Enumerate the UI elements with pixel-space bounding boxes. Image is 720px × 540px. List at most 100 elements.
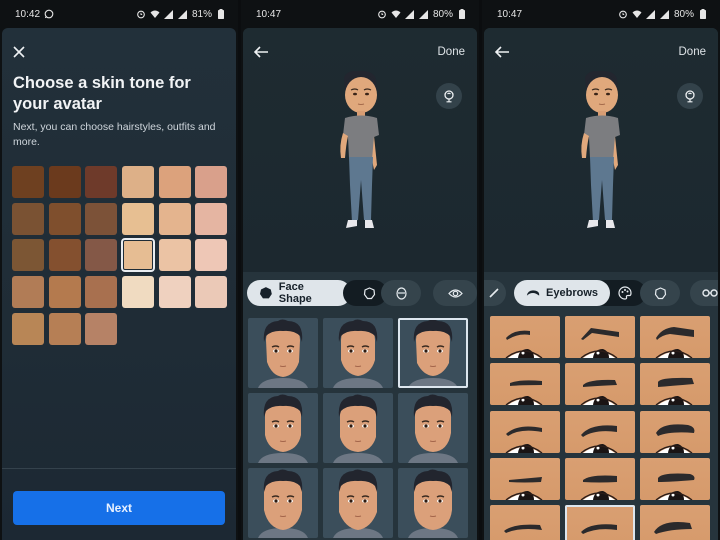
eyebrow-icon — [526, 290, 540, 296]
next-button[interactable]: Next — [13, 491, 225, 525]
eyebrow-option[interactable] — [640, 457, 710, 500]
face-shape-grid — [248, 318, 468, 538]
alarm-icon — [618, 9, 628, 19]
face-shape-option[interactable] — [323, 318, 393, 388]
brush-icon — [489, 288, 499, 298]
avatar-preview: Done — [243, 28, 477, 272]
tab-glasses[interactable] — [690, 280, 718, 306]
head-outline-icon — [363, 286, 375, 299]
eyebrows-screen: 10:47 80% Done Eyebrows — [482, 0, 720, 540]
done-button[interactable]: Done — [679, 46, 707, 58]
skin-tone-swatch[interactable] — [122, 276, 155, 309]
status-bar: 10:47 80% — [482, 0, 720, 28]
back-button[interactable] — [253, 45, 269, 59]
skin-tone-swatch[interactable] — [12, 202, 44, 235]
skin-tone-swatch[interactable] — [85, 312, 118, 345]
mirror-button[interactable] — [436, 83, 462, 109]
skin-tone-swatch[interactable] — [158, 239, 191, 272]
tab-label: Face Shape — [278, 281, 312, 305]
tab-brush[interactable] — [484, 280, 506, 306]
skin-tone-swatch[interactable] — [85, 166, 118, 198]
status-time: 10:42 — [15, 8, 41, 20]
skin-tone-swatch[interactable] — [195, 276, 228, 309]
status-bar: 10:47 80% — [241, 0, 479, 28]
face-shape-screen: 10:47 80% Done Face Shape — [241, 0, 479, 540]
eyebrow-option[interactable] — [565, 457, 635, 500]
skin-tone-swatch[interactable] — [85, 276, 118, 309]
tab-eyes[interactable] — [433, 280, 477, 306]
skin-tone-swatch[interactable] — [12, 166, 44, 198]
skin-tone-swatch[interactable] — [12, 312, 44, 345]
skin-tone-swatch[interactable] — [85, 202, 118, 235]
eyebrow-option[interactable] — [565, 505, 635, 540]
skin-tone-swatch[interactable] — [122, 166, 155, 198]
skin-tone-swatch[interactable] — [48, 202, 81, 235]
eyebrow-option[interactable] — [490, 410, 560, 453]
face-shape-option[interactable] — [323, 393, 393, 463]
page-title: Choose a skin tone for your avatar — [13, 74, 191, 113]
skin-tone-swatch[interactable] — [48, 239, 81, 272]
skin-tone-swatch[interactable] — [122, 202, 155, 235]
signal-icon — [646, 9, 656, 19]
skin-tone-swatch[interactable] — [85, 239, 118, 272]
skin-tone-swatch[interactable] — [121, 238, 156, 273]
face-shape-option[interactable] — [323, 468, 393, 538]
face-shape-option[interactable] — [248, 468, 318, 538]
face-shape-option[interactable] — [248, 393, 318, 463]
status-bar: 10:42 81% — [0, 0, 238, 28]
skin-tone-swatch[interactable] — [158, 202, 191, 235]
eyebrow-option[interactable] — [640, 363, 710, 406]
eyebrow-option[interactable] — [640, 410, 710, 453]
battery-icon — [216, 9, 226, 19]
avatar-figure[interactable] — [331, 70, 391, 240]
skin-tone-swatch[interactable] — [158, 276, 191, 309]
back-arrow-icon — [253, 46, 268, 58]
eyebrow-option[interactable] — [565, 363, 635, 406]
wifi-icon — [391, 9, 401, 19]
face-shape-option[interactable] — [248, 318, 318, 388]
wifi-icon — [150, 9, 160, 19]
tab-face-detail[interactable] — [381, 280, 421, 306]
eyebrow-option[interactable] — [565, 410, 635, 453]
tab-head-outline[interactable] — [640, 280, 680, 306]
status-time: 10:47 — [256, 8, 282, 20]
skin-tone-swatch[interactable] — [12, 239, 44, 272]
head-outline-icon — [654, 286, 666, 299]
eyebrow-option[interactable] — [490, 316, 560, 358]
status-time: 10:47 — [497, 8, 523, 20]
skin-tone-screen: 10:42 81% Choose a skin tone for your av… — [0, 0, 238, 540]
skin-tone-swatch[interactable] — [195, 202, 228, 235]
skin-tone-swatch[interactable] — [158, 166, 191, 198]
face-shape-option[interactable] — [398, 318, 468, 388]
eyebrow-option[interactable] — [490, 363, 560, 406]
eyebrow-option[interactable] — [640, 316, 710, 358]
done-button[interactable]: Done — [438, 46, 466, 58]
face-shape-options — [243, 312, 477, 540]
avatar-figure[interactable] — [572, 70, 632, 240]
battery-icon — [457, 9, 467, 19]
tab-eyebrows[interactable]: Eyebrows — [514, 280, 610, 306]
eyebrow-option[interactable] — [640, 505, 710, 540]
skin-tone-swatch[interactable] — [195, 166, 228, 198]
mirror-icon — [444, 90, 454, 103]
face-shape-option[interactable] — [398, 468, 468, 538]
back-button[interactable] — [494, 45, 510, 59]
avatar-preview: Done — [484, 28, 718, 272]
signal-icon — [164, 9, 174, 19]
skin-tone-swatch[interactable] — [48, 312, 81, 345]
skin-tone-swatch[interactable] — [48, 276, 81, 309]
eyebrow-option[interactable] — [565, 316, 635, 358]
signal-icon — [178, 9, 188, 19]
skin-tone-swatch[interactable] — [48, 166, 81, 198]
close-button[interactable] — [12, 45, 26, 59]
skin-tone-swatch[interactable] — [12, 276, 44, 309]
eyebrow-option[interactable] — [490, 505, 560, 540]
tab-face-shape[interactable]: Face Shape — [247, 280, 351, 306]
avatar-editor: Done — [484, 28, 718, 540]
mirror-button[interactable] — [677, 83, 703, 109]
battery-icon — [698, 9, 708, 19]
eyebrow-options — [484, 312, 718, 540]
eyebrow-option[interactable] — [490, 457, 560, 500]
skin-tone-swatch[interactable] — [195, 239, 228, 272]
face-shape-option[interactable] — [398, 393, 468, 463]
